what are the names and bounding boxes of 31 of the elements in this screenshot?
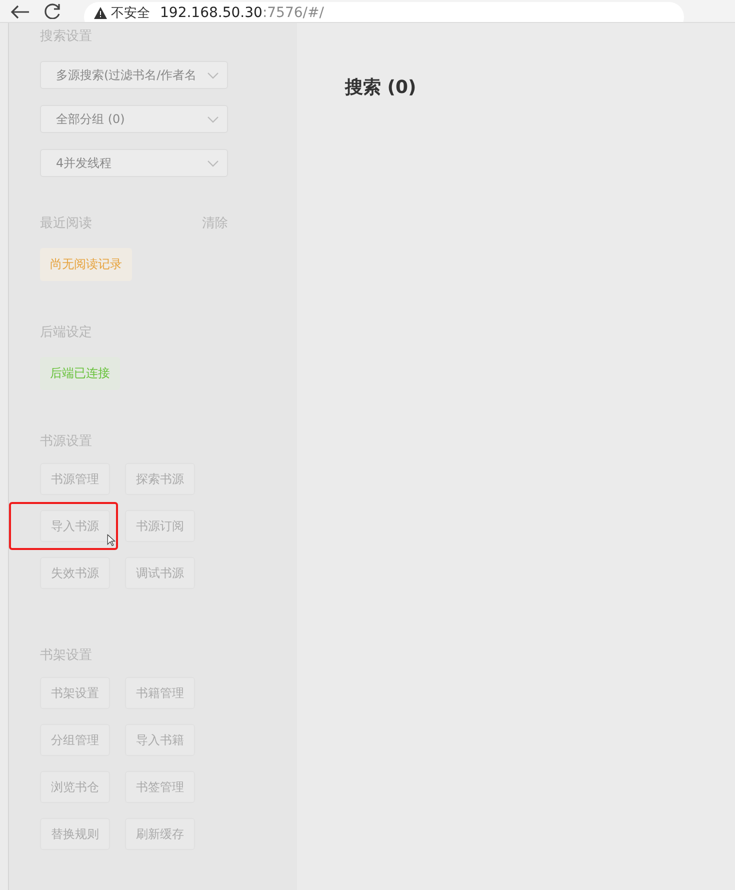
cursor-icon — [107, 534, 116, 547]
menu-button[interactable]: 刷新缓存 — [125, 818, 195, 850]
status-tag: 后端已连接 — [40, 357, 120, 390]
menu-button[interactable]: 书源订阅 — [125, 510, 195, 542]
reload-icon[interactable] — [44, 3, 62, 19]
caret-icon — [207, 160, 219, 166]
security-label[interactable]: 不安全 — [94, 4, 150, 22]
menu-button[interactable]: 调试书源 — [125, 557, 195, 589]
warning-icon — [94, 7, 107, 19]
menu-button[interactable]: 书籍管理 — [125, 677, 195, 709]
address-bar[interactable]: 不安全 192.168.50.30:7576/#/ — [84, 2, 684, 22]
url-path: :7576/#/ — [262, 5, 324, 21]
back-icon[interactable] — [10, 5, 30, 19]
url-host: 192.168.50.30 — [160, 5, 262, 21]
dropdown-select[interactable]: 多源搜索(过滤书名/作者名 — [40, 61, 228, 89]
menu-button[interactable]: 探索书源 — [125, 463, 195, 495]
menu-button[interactable]: 书源管理 — [40, 463, 110, 495]
caret-icon — [207, 116, 219, 122]
menu-button[interactable]: 导入书籍 — [125, 724, 195, 756]
dropdown-select[interactable]: 4并发线程 — [40, 149, 228, 177]
menu-button[interactable]: 书架设置 — [40, 677, 110, 709]
page-title: 搜索 (0) — [345, 76, 418, 99]
caret-icon — [207, 72, 219, 78]
menu-button[interactable]: 分组管理 — [40, 724, 110, 756]
menu-button[interactable]: 失效书源 — [40, 557, 110, 589]
menu-button[interactable]: 浏览书仓 — [40, 771, 110, 803]
menu-button[interactable]: 导入书源 — [40, 510, 110, 542]
dropdown-select[interactable]: 全部分组 (0) — [40, 105, 228, 133]
menu-button[interactable]: 替换规则 — [40, 818, 110, 850]
status-tag: 尚无阅读记录 — [40, 248, 132, 281]
menu-button[interactable]: 书签管理 — [125, 771, 195, 803]
